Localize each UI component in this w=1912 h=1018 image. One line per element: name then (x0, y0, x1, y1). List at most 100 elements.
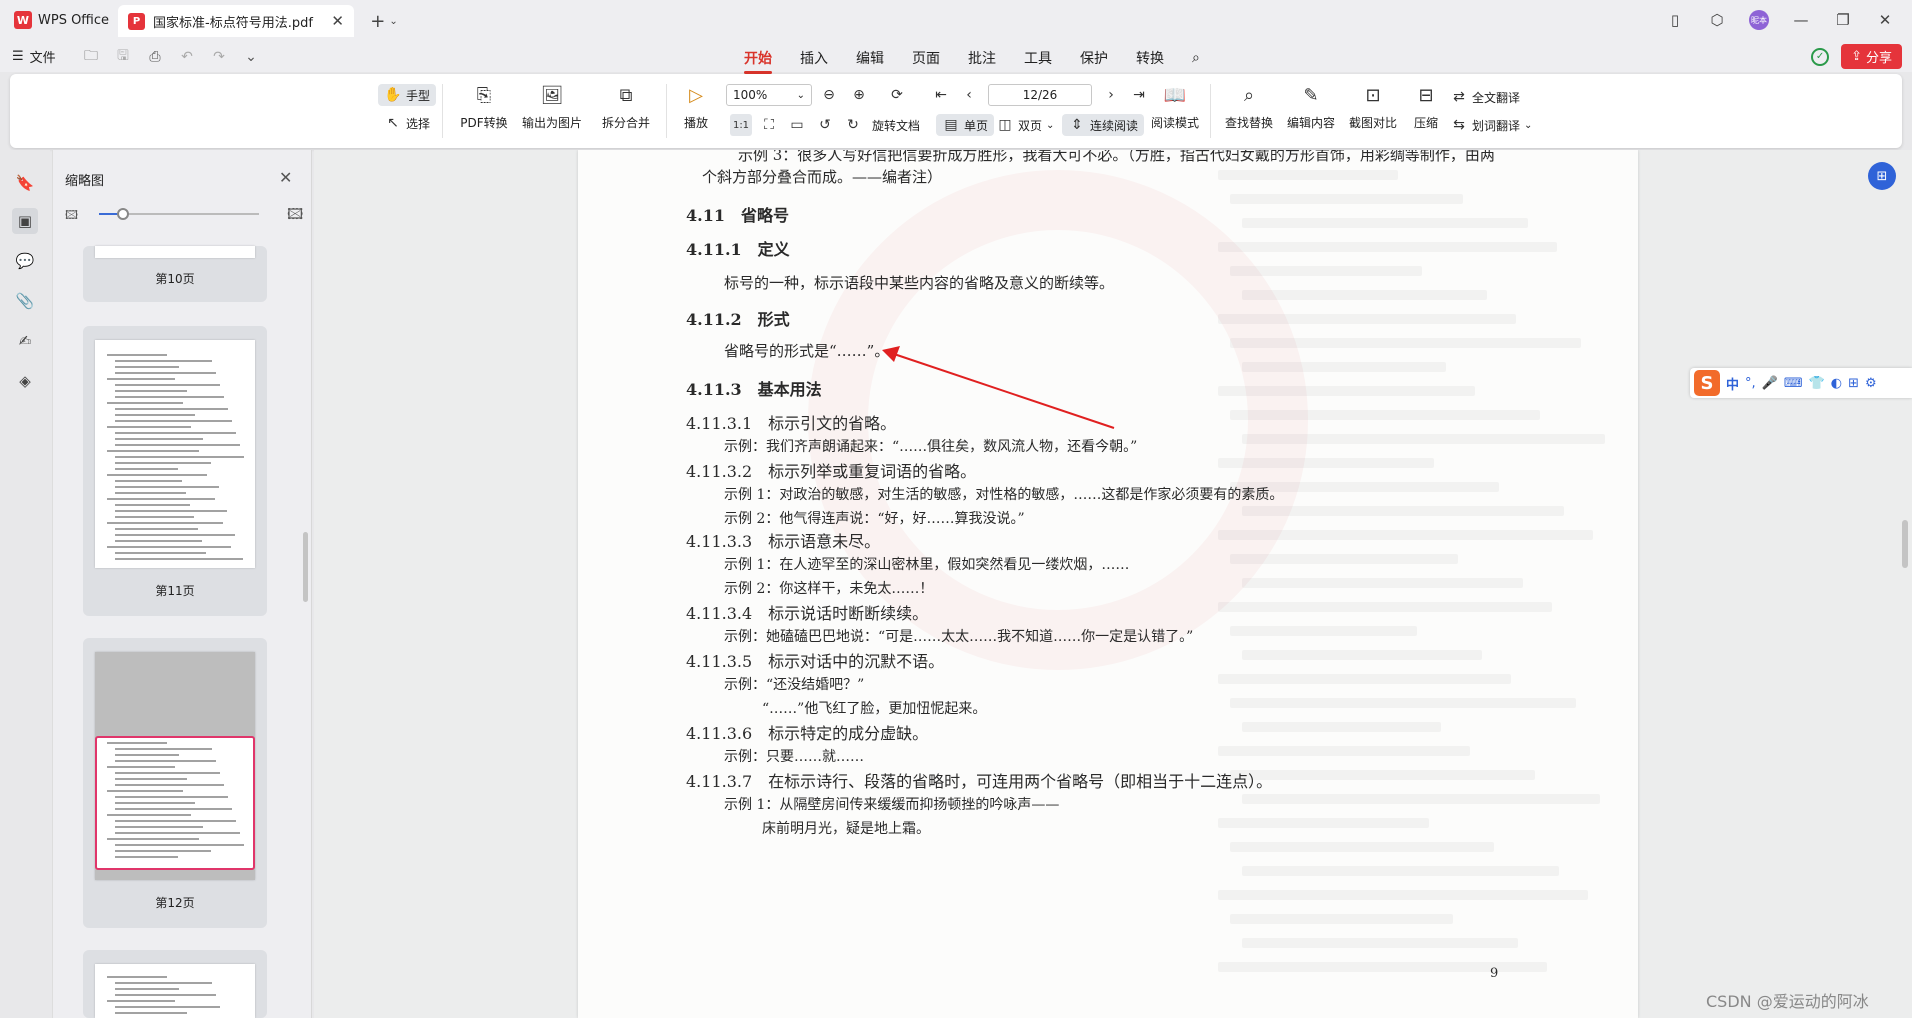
sogou-ime-toolbar[interactable]: S 中 °, 🎤 ⌨ 👕 ◐ ⊞ ⚙ (1690, 368, 1912, 398)
read-mode-button[interactable]: 📖 阅读模式 (1148, 82, 1202, 131)
layout-icon[interactable]: ▯ (1654, 6, 1696, 34)
zoom-in-icon[interactable]: ⊕ (848, 84, 870, 106)
pdf-file-icon: P (128, 12, 145, 30)
prev-page-icon[interactable]: ‹ (958, 84, 980, 106)
thumbnail-text-line (115, 360, 212, 362)
zoom-out-icon[interactable]: ⊖ (818, 84, 840, 106)
fit-width-icon[interactable]: ▭ (786, 114, 808, 136)
full-translate-button[interactable]: ⇄ 全文翻译 (1450, 86, 1520, 108)
pdf-convert-label: PDF转换 (460, 116, 508, 130)
minimize-button[interactable]: — (1780, 6, 1822, 34)
edit-content-button[interactable]: ✎ 编辑内容 (1284, 82, 1338, 131)
restore-button[interactable]: ❐ (1822, 6, 1864, 34)
user-avatar-button[interactable]: 昵本 (1738, 6, 1780, 34)
pdf-convert-button[interactable]: ⎘ PDF转换 (454, 82, 514, 131)
thumbnail-page-12[interactable]: 第12页 (83, 638, 267, 928)
document-scrollbar[interactable] (1902, 520, 1908, 568)
next-page-icon[interactable]: › (1100, 84, 1122, 106)
comment-icon[interactable]: 💬 (12, 248, 38, 274)
document-tab[interactable]: P 国家标准-标点符号用法.pdf ✕ (118, 5, 354, 37)
skin-icon[interactable]: 👕 (1809, 376, 1825, 391)
ime-mode[interactable]: 中 (1726, 374, 1739, 393)
continuous-reading-button[interactable]: ⇕ 连续阅读 (1062, 114, 1145, 136)
thumbnail-text-line (107, 354, 167, 356)
redo-icon[interactable]: ↷ (208, 46, 230, 68)
share-button[interactable]: ⇪ 分享 (1841, 44, 1902, 69)
hand-tool-button[interactable]: ✋ 手型 (378, 84, 437, 106)
pdf-page: 示例 3：很多人写好信把信要折成方胜形，我看大可不必。（方胜，指古代妇女戴的方形… (578, 150, 1638, 1018)
more-chevron-icon[interactable]: ⌄ (240, 46, 262, 68)
thumbnail-text-line (115, 772, 220, 774)
thumbnail-text-line (115, 832, 240, 834)
tab-page[interactable]: 页面 (898, 46, 954, 70)
file-menu-button[interactable]: ☰ 文件 (12, 47, 56, 66)
tab-tools[interactable]: 工具 (1010, 46, 1066, 70)
single-page-button[interactable]: ▤ 单页 (936, 114, 995, 136)
zoom-select[interactable]: 100% ⌄ (726, 84, 812, 106)
thumbnail-icon[interactable]: ▣ (12, 208, 38, 234)
close-tab-icon[interactable]: ✕ (331, 12, 344, 30)
fit-page-icon[interactable]: ⛶ (758, 114, 780, 136)
attachment-icon[interactable]: 📎 (12, 288, 38, 314)
save-icon[interactable]: 🖫 (112, 46, 134, 68)
tab-convert[interactable]: 转换 (1122, 46, 1178, 70)
layers-icon[interactable]: ◈ (12, 368, 38, 394)
actual-size-icon[interactable]: 1:1 (730, 114, 752, 136)
cube-icon[interactable]: ⬡ (1696, 6, 1738, 34)
print-icon[interactable]: ⎙ (144, 46, 166, 68)
select-tool-button[interactable]: ↖ 选择 (384, 112, 430, 134)
small-image-icon: 🖾 (65, 208, 79, 222)
thumbnail-image (95, 246, 255, 258)
panel-scrollbar[interactable] (303, 532, 308, 602)
rotate-document-button[interactable]: 旋转文档 (872, 114, 920, 136)
thumbnail-text-line (115, 504, 190, 506)
double-page-button[interactable]: ◫ 双页 ⌄ (996, 114, 1054, 136)
punctuation-icon[interactable]: °, (1745, 376, 1756, 391)
thumbnail-page-10[interactable]: 第10页 (83, 246, 267, 302)
rotate-right-icon[interactable]: ↻ (842, 114, 864, 136)
single-page-icon: ▤ (944, 117, 958, 133)
floating-assistant-icon[interactable]: ⊞ (1868, 162, 1896, 190)
slider-knob[interactable] (117, 208, 129, 220)
new-tab-button[interactable]: + ⌄ (366, 10, 402, 32)
search-icon[interactable]: ⌕ (1178, 46, 1214, 70)
microphone-icon[interactable]: 🎤 (1762, 376, 1778, 391)
full-translate-label: 全文翻译 (1472, 90, 1521, 105)
thumbnail-label: 第10页 (155, 272, 195, 286)
keyboard-icon[interactable]: ⌨ (1784, 376, 1803, 391)
tab-protect[interactable]: 保护 (1066, 46, 1122, 70)
page-number-input[interactable]: 12/26 (988, 84, 1092, 106)
bookmark-icon[interactable]: 🔖 (12, 170, 38, 196)
compress-button[interactable]: ⊟ 压缩 (1408, 82, 1444, 131)
undo-icon[interactable]: ↶ (176, 46, 198, 68)
play-icon: ▷ (689, 84, 703, 106)
last-page-icon[interactable]: ⇥ (1128, 84, 1150, 106)
signature-icon[interactable]: ✍ (12, 328, 38, 354)
export-image-button[interactable]: 🖼 输出为图片 (520, 82, 584, 131)
find-replace-button[interactable]: ⌕ 查找替换 (1222, 82, 1276, 131)
wps-home-tab[interactable]: W WPS Office (6, 6, 112, 34)
split-merge-button[interactable]: ⧉ 拆分合并 (594, 82, 658, 131)
rotate-page-icon[interactable]: ⟳ (886, 84, 908, 106)
rotate-left-icon[interactable]: ↺ (814, 114, 836, 136)
close-panel-icon[interactable]: ✕ (279, 168, 292, 187)
first-page-icon[interactable]: ⇤ (930, 84, 952, 106)
tab-insert[interactable]: 插入 (786, 46, 842, 70)
play-button[interactable]: ▷ 播放 (678, 82, 714, 131)
grid-icon[interactable]: ⊞ (1848, 376, 1859, 391)
thumbnail-page-13[interactable] (83, 950, 267, 1018)
close-window-button[interactable]: ✕ (1864, 6, 1906, 34)
cloud-sync-icon[interactable]: ✓ (1811, 47, 1830, 66)
tab-start[interactable]: 开始 (730, 46, 786, 74)
tab-edit[interactable]: 编辑 (842, 46, 898, 70)
game-icon[interactable]: ◐ (1831, 376, 1842, 391)
word-translate-button[interactable]: ⇆ 划词翻译 ⌄ (1450, 114, 1532, 136)
screenshot-compare-button[interactable]: ⊡ 截图对比 (1346, 82, 1400, 131)
thumbnail-size-slider[interactable]: 🖾 🖾 (65, 205, 307, 223)
document-viewport[interactable]: 示例 3：很多人写好信把信要折成方胜形，我看大可不必。（方胜，指古代妇女戴的方形… (314, 150, 1912, 1018)
open-folder-icon[interactable]: 🗀 (80, 46, 102, 68)
settings-icon[interactable]: ⚙ (1865, 376, 1877, 391)
chevron-down-icon: ⌄ (796, 89, 805, 101)
thumbnail-page-11[interactable]: 第11页 (83, 326, 267, 616)
tab-annotate[interactable]: 批注 (954, 46, 1010, 70)
